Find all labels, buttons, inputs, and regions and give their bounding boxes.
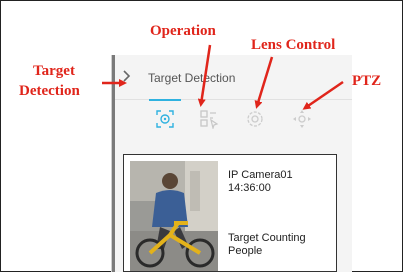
callout-target-detection-line2: Detection (19, 83, 80, 99)
event-type-line1: Target Counting (228, 232, 306, 244)
snapshot-thumbnail[interactable] (130, 161, 218, 271)
target-detection-icon (156, 110, 174, 128)
tab-operation[interactable] (189, 99, 229, 139)
event-type-line2: People (228, 245, 263, 257)
event-card[interactable]: IP Camera01 14:36:00 Target Counting Peo… (123, 154, 337, 272)
operation-icon (200, 110, 219, 129)
panel-header: Target Detection (115, 55, 352, 100)
ptz-icon (293, 110, 311, 128)
camera-name: IP Camera01 (228, 169, 293, 181)
lens-control-icon (247, 111, 263, 127)
panel-title: Target Detection (148, 71, 236, 85)
callout-lens-control: Lens Control (251, 37, 336, 53)
tab-target-detection[interactable] (145, 99, 185, 139)
callout-target-detection-line1: Target (33, 63, 75, 79)
tab-lens-control[interactable] (235, 99, 275, 139)
event-time: 14:36:00 (228, 182, 271, 194)
active-tab-indicator (149, 99, 181, 101)
panel-tabs (115, 99, 352, 141)
tab-ptz[interactable] (282, 99, 322, 139)
back-arrow-icon[interactable] (121, 69, 131, 83)
callout-operation: Operation (150, 23, 216, 39)
callout-ptz: PTZ (352, 73, 382, 89)
